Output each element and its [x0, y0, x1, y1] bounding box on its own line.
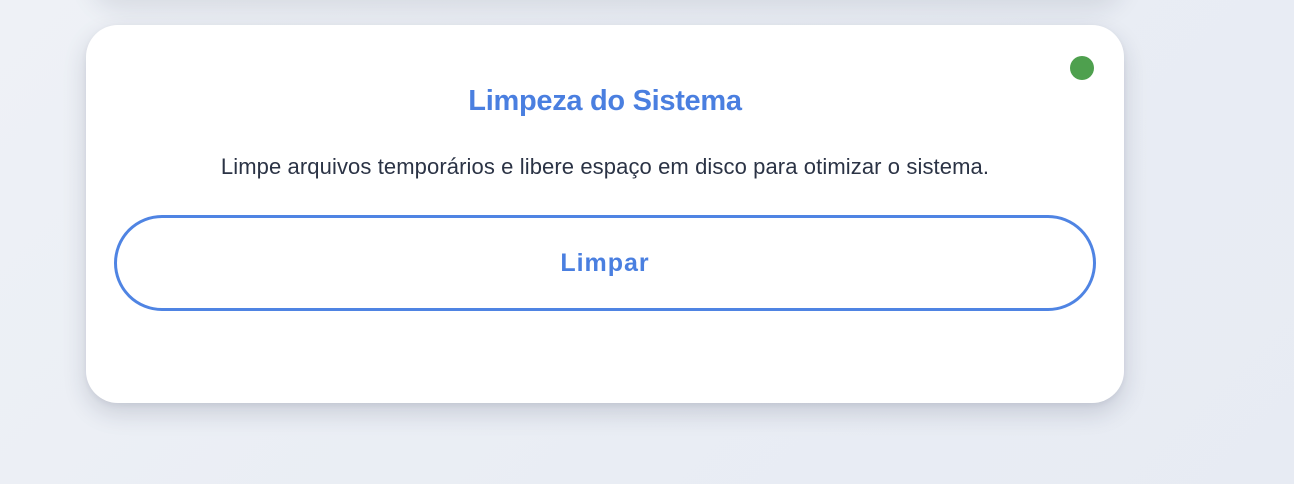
card-description: Limpe arquivos temporários e libere espa…: [220, 154, 990, 179]
system-cleanup-card: Limpeza do Sistema Limpe arquivos tempor…: [86, 25, 1124, 403]
status-indicator: [1070, 56, 1094, 80]
clean-button[interactable]: Limpar: [114, 215, 1096, 311]
card-title: Limpeza do Sistema: [468, 85, 742, 117]
